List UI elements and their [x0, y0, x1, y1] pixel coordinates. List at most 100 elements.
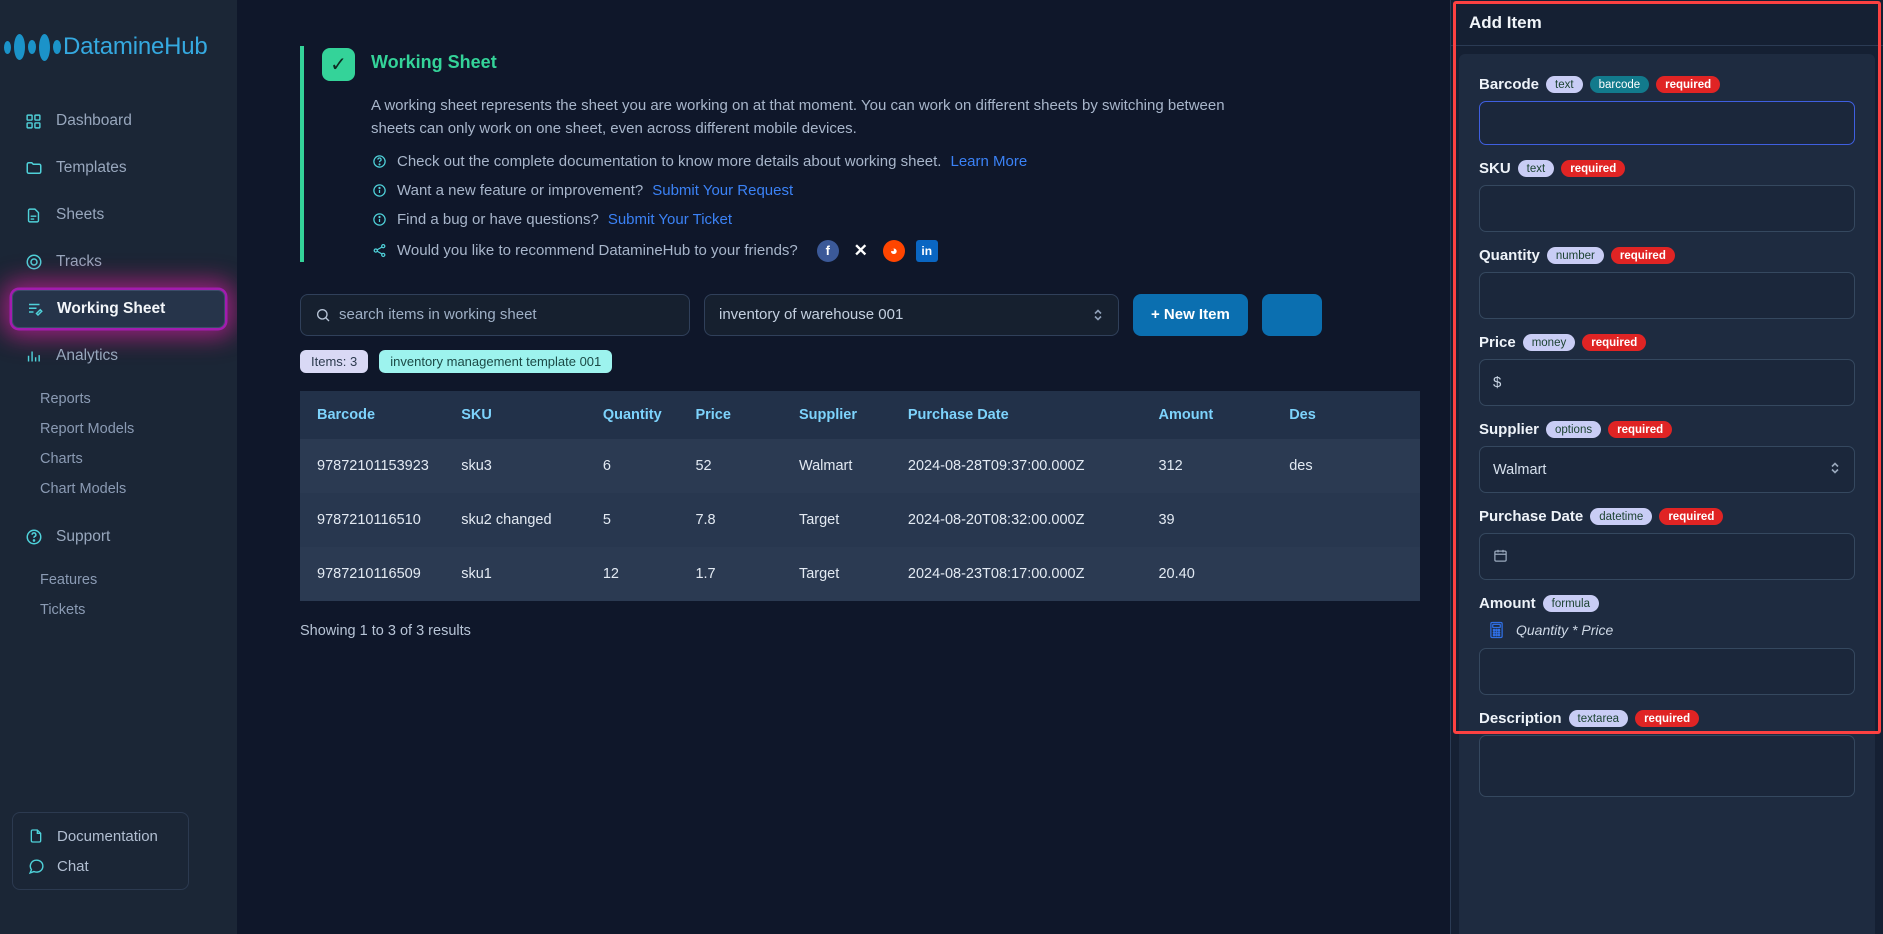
reddit-icon[interactable]: ◕	[882, 239, 905, 262]
items-table-container: Barcode SKU Quantity Price Supplier Purc…	[300, 390, 1420, 601]
cell-barcode: 9787210116509	[317, 565, 421, 582]
required-tag: required	[1635, 710, 1700, 727]
field-label-amount: Amount formula	[1479, 595, 1855, 612]
price-input[interactable]: $	[1479, 359, 1855, 406]
check-icon: ✓	[322, 48, 355, 81]
cell-purchase-date: 2024-08-20T08:32:00.000Z	[907, 511, 1085, 528]
x-icon[interactable]: ✕	[850, 240, 872, 262]
column-header-price[interactable]: Price	[695, 390, 799, 439]
sidebar-item-chart-models[interactable]: Chart Models	[12, 474, 225, 504]
sku-input[interactable]	[1479, 185, 1855, 232]
facebook-icon[interactable]: f	[816, 239, 839, 262]
bars-logo-icon	[4, 33, 61, 61]
currency-prefix: $	[1493, 374, 1502, 391]
field-quantity: Quantity number required	[1479, 247, 1855, 319]
linkedin-icon[interactable]: in	[915, 239, 938, 262]
type-tag: number	[1546, 247, 1604, 264]
type-tag: money	[1522, 334, 1576, 351]
table-body: 97872101153923 sku3 6 52 Walmart 2024-08…	[300, 438, 1420, 601]
type-tag: datetime	[1590, 508, 1653, 525]
field-label-purchase-date: Purchase Date datetime required	[1479, 508, 1855, 525]
sidebar-item-documentation[interactable]: Documentation	[17, 821, 184, 851]
items-table: Barcode SKU Quantity Price Supplier Purc…	[300, 390, 1420, 601]
sidebar-item-support[interactable]: Support	[12, 518, 225, 556]
cell-barcode: 9787210116510	[317, 511, 421, 528]
table-row[interactable]: 9787210116509 sku1 12 1.7 Target 2024-08…	[300, 546, 1420, 601]
info-circle-icon	[371, 182, 388, 199]
sheet-select[interactable]: inventory of warehouse 001	[704, 293, 1119, 336]
main-nav: Dashboard Templates Sheets Tracks Workin…	[0, 102, 237, 625]
field-name: Description	[1479, 710, 1562, 727]
sidebar-item-label: Dashboard	[56, 112, 132, 129]
sidebar-item-reports[interactable]: Reports	[12, 384, 225, 414]
type-tag: textarea	[1568, 710, 1629, 727]
cell-price: 52	[695, 457, 712, 474]
description-textarea[interactable]	[1479, 735, 1855, 797]
submit-request-link[interactable]: Submit Your Request	[652, 182, 793, 199]
learn-more-link[interactable]: Learn More	[950, 153, 1027, 170]
column-header-barcode[interactable]: Barcode	[300, 390, 462, 439]
column-header-purchase-date[interactable]: Purchase Date	[907, 390, 1159, 439]
cell-sku: sku3	[461, 457, 492, 474]
new-item-button[interactable]: + New Item	[1133, 293, 1248, 336]
search-input[interactable]	[339, 306, 675, 323]
grid-icon	[24, 112, 43, 131]
supplier-select[interactable]: Walmart	[1479, 446, 1855, 493]
info-circle-icon	[371, 211, 388, 228]
brand-logo[interactable]: DatamineHub	[0, 0, 237, 72]
field-label-sku: SKU text required	[1479, 160, 1855, 177]
search-container[interactable]	[300, 293, 690, 336]
field-name: Quantity	[1479, 247, 1540, 264]
column-header-supplier[interactable]: Supplier	[798, 390, 908, 439]
cell-price: 7.8	[695, 511, 716, 528]
table-row[interactable]: 9787210116510 sku2 changed 5 7.8 Target …	[300, 492, 1420, 547]
sidebar-item-tickets[interactable]: Tickets	[12, 595, 225, 625]
sidebar-item-label: Chat	[57, 857, 89, 875]
purchase-date-input[interactable]	[1479, 533, 1855, 580]
sidebar-bottom-box: Documentation Chat	[12, 812, 189, 890]
sidebar-item-charts[interactable]: Charts	[12, 444, 225, 474]
sidebar-item-sheets[interactable]: Sheets	[12, 196, 225, 234]
add-item-panel: Add Item Barcode text barcode required S…	[1450, 0, 1883, 934]
cell-sku: sku2 changed	[461, 511, 552, 528]
social-share-group: f ✕ ◕ in	[816, 239, 938, 262]
field-label-quantity: Quantity number required	[1479, 247, 1855, 264]
barcode-input[interactable]	[1479, 101, 1855, 145]
cell-purchase-date: 2024-08-28T09:37:00.000Z	[907, 457, 1085, 474]
column-header-description[interactable]: Des	[1289, 390, 1420, 439]
notice-bug-line: Find a bug or have questions? Submit You…	[371, 211, 1460, 228]
sidebar-item-label: Working Sheet	[57, 300, 166, 317]
type-tag: formula	[1542, 595, 1600, 612]
secondary-action-button[interactable]	[1261, 293, 1322, 336]
column-header-sku[interactable]: SKU	[461, 390, 603, 439]
submit-ticket-link[interactable]: Submit Your Ticket	[608, 211, 732, 228]
sidebar-item-label: Support	[56, 528, 111, 545]
quantity-input[interactable]	[1479, 272, 1855, 319]
question-circle-icon	[371, 153, 388, 170]
sidebar-item-working-sheet[interactable]: Working Sheet	[12, 290, 225, 328]
share-icon	[371, 242, 388, 259]
sidebar-item-features[interactable]: Features	[12, 565, 225, 595]
required-tag: required	[1561, 160, 1626, 177]
cell-amount: 39	[1158, 511, 1175, 528]
sidebar-item-tracks[interactable]: Tracks	[12, 243, 225, 281]
sidebar-item-chat[interactable]: Chat	[17, 851, 184, 881]
sidebar-item-analytics[interactable]: Analytics	[12, 337, 225, 375]
sidebar-item-dashboard[interactable]: Dashboard	[12, 102, 225, 140]
type-tag: text	[1517, 160, 1555, 177]
sidebar-item-templates[interactable]: Templates	[12, 149, 225, 187]
sidebar-item-report-models[interactable]: Report Models	[12, 414, 225, 444]
column-header-quantity[interactable]: Quantity	[602, 390, 696, 439]
target-icon	[24, 253, 43, 272]
field-name: Purchase Date	[1479, 508, 1584, 525]
amount-input[interactable]	[1479, 648, 1855, 695]
document-icon	[24, 206, 43, 225]
chevron-updown-icon	[1829, 460, 1841, 479]
field-sku: SKU text required	[1479, 160, 1855, 232]
cell-purchase-date: 2024-08-23T08:17:00.000Z	[907, 565, 1085, 582]
column-header-amount[interactable]: Amount	[1158, 390, 1290, 439]
table-row[interactable]: 97872101153923 sku3 6 52 Walmart 2024-08…	[300, 438, 1420, 493]
cell-quantity: 6	[602, 457, 611, 474]
search-icon	[315, 307, 331, 323]
